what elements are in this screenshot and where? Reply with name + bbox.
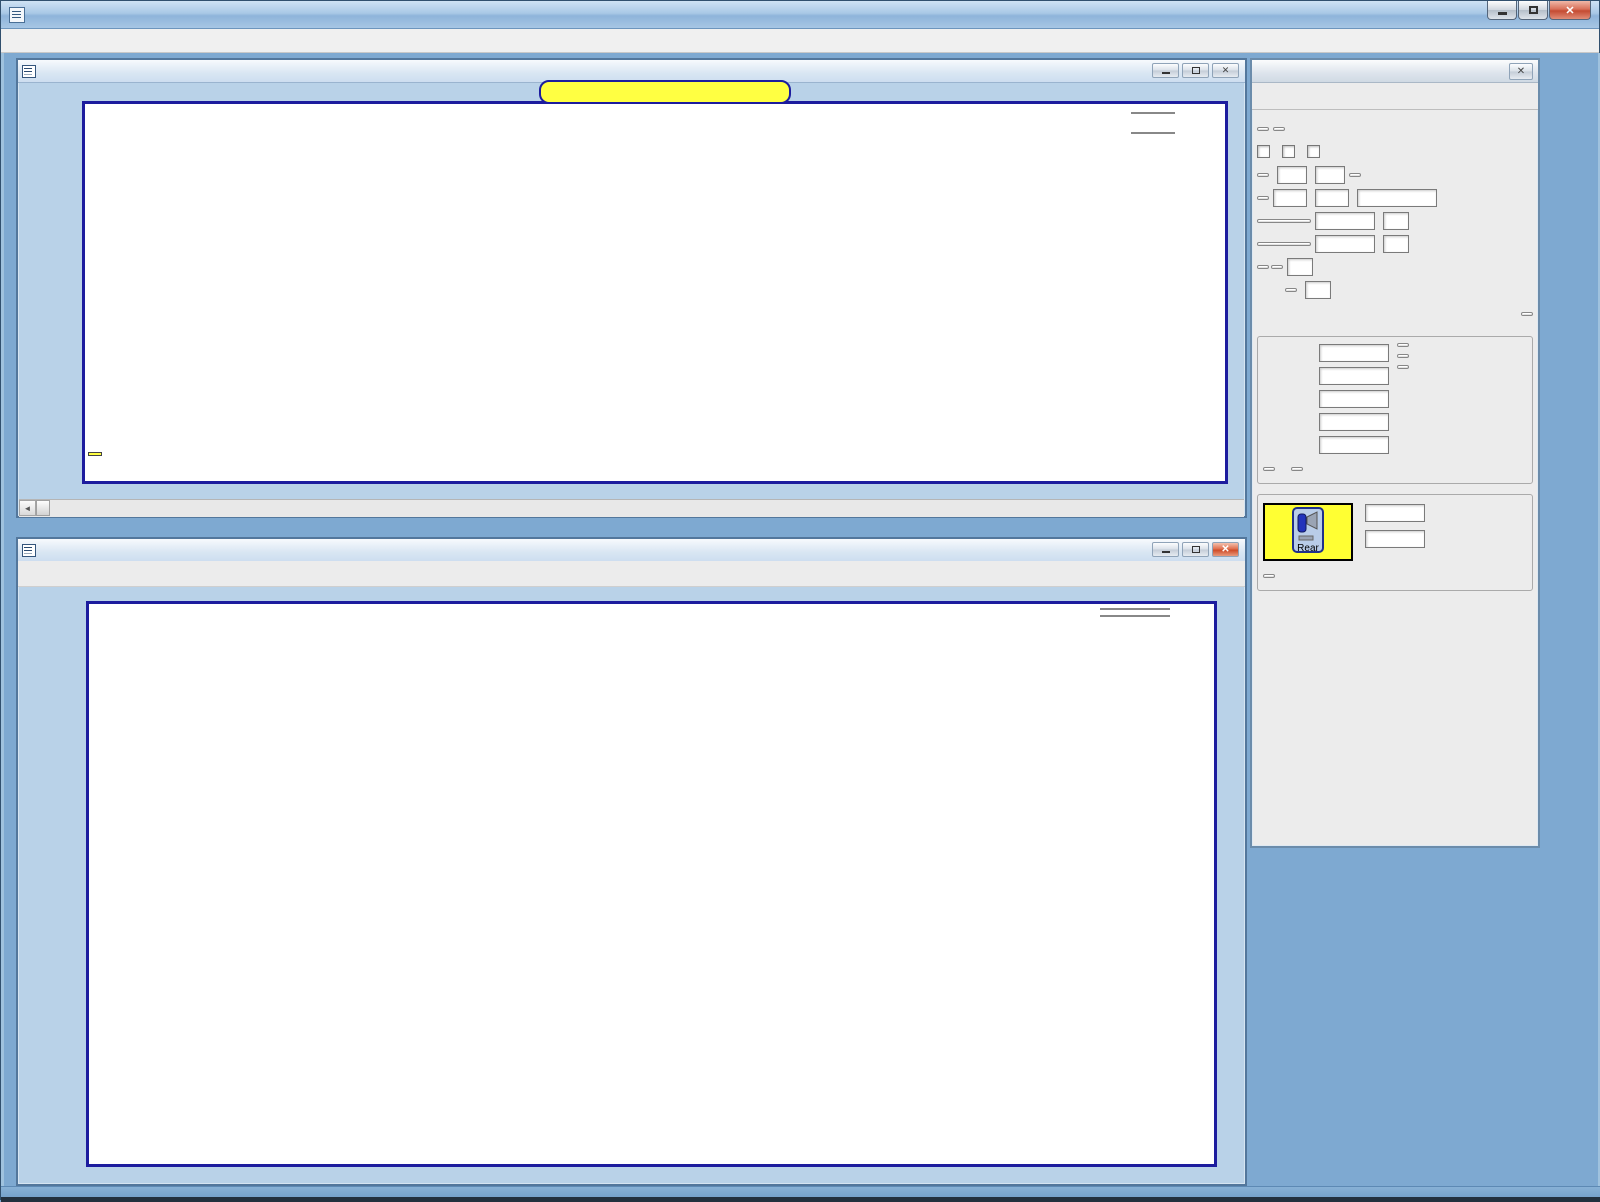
- impulse-legend-ref: [1125, 112, 1175, 114]
- clear-b-button[interactable]: [1349, 173, 1361, 177]
- close-icon: ✕: [1221, 544, 1229, 555]
- menu-bar: [1, 29, 1599, 53]
- b2-input[interactable]: [1315, 166, 1345, 184]
- show-phase-checkbox[interactable]: [1282, 145, 1295, 158]
- frequency-tab-bar: [18, 561, 1245, 587]
- diaphragm-vent-group: Rear: [1257, 494, 1533, 591]
- clear-hbt-button[interactable]: [1291, 467, 1303, 471]
- impulse-close-button[interactable]: ✕: [1212, 63, 1239, 78]
- measurements-control-panel: ✕: [1250, 58, 1540, 848]
- hp-stop-input[interactable]: [1319, 344, 1389, 362]
- show-driver-checkbox[interactable]: [1307, 145, 1320, 158]
- delay-hb-input[interactable]: [1319, 436, 1389, 454]
- frequency-plot-svg: [89, 604, 1214, 1164]
- hbt-driver-file-button[interactable]: [1397, 354, 1409, 358]
- mdi-client: ✕: [1, 53, 1600, 1186]
- spl-legend-blue-swatch: [1100, 615, 1170, 617]
- spl-legend-red-swatch: [1100, 608, 1170, 610]
- show-mb-checkbox[interactable]: [1257, 145, 1270, 158]
- impulse-chart-title: [539, 80, 791, 104]
- scrollbar-thumb[interactable]: [36, 500, 50, 516]
- lp-start-input[interactable]: [1319, 390, 1389, 408]
- clear-pp-buffers-button[interactable]: [1521, 312, 1533, 316]
- impulse-plot[interactable]: [82, 101, 1228, 484]
- legend-ref-swatch: [1131, 112, 1175, 114]
- rolloff1-input[interactable]: [1319, 367, 1389, 385]
- impulse-plot-svg: [85, 104, 1225, 481]
- amplitude-phase-button[interactable]: [1397, 343, 1409, 347]
- rear-speaker-icon[interactable]: Rear: [1263, 503, 1353, 561]
- step-response-button[interactable]: [1397, 365, 1409, 369]
- merge-b1-input[interactable]: [1273, 189, 1307, 207]
- acoustical-distance-label: [88, 452, 102, 456]
- hb-transform-group: [1257, 336, 1533, 484]
- impulse-scrollbar[interactable]: ◄: [19, 499, 1244, 517]
- required-port-spl-button[interactable]: [1263, 574, 1275, 578]
- add-gain-button[interactable]: [1257, 242, 1311, 246]
- frequency-window-icon: [22, 544, 36, 557]
- panel-titlebar[interactable]: ✕: [1252, 60, 1538, 83]
- frequency-plot[interactable]: [86, 601, 1217, 1167]
- copy-master-buffer-button[interactable]: [1285, 288, 1297, 292]
- frequency-minimize-button[interactable]: [1152, 542, 1179, 557]
- spl-legend: [1094, 608, 1170, 617]
- frequency-domain-window: ✕: [16, 537, 1247, 1186]
- frequency-close-button[interactable]: ✕: [1212, 542, 1239, 557]
- main-titlebar: ✕: [1, 1, 1599, 29]
- panel-tab-bar: [1252, 83, 1538, 110]
- add-diff-button[interactable]: [1257, 265, 1269, 269]
- impulse-window-icon: [22, 65, 36, 78]
- cone-diameter-input[interactable]: [1365, 504, 1425, 522]
- show-phase-difference-button[interactable]: [1257, 173, 1269, 177]
- delay-buffer-input[interactable]: [1383, 212, 1409, 230]
- panel-content: Rear: [1252, 110, 1538, 595]
- port-diameter-input[interactable]: [1365, 530, 1425, 548]
- copy-hbt-button[interactable]: [1263, 467, 1275, 471]
- app-icon: [9, 7, 25, 23]
- impulse-restore-button[interactable]: [1182, 63, 1209, 78]
- subtract-diff-button[interactable]: [1271, 265, 1283, 269]
- panel-close-button[interactable]: ✕: [1509, 63, 1533, 80]
- rolloff2-input[interactable]: [1319, 413, 1389, 431]
- merge-b-button[interactable]: [1257, 196, 1269, 200]
- close-icon: ✕: [1565, 4, 1574, 17]
- copy-buffer-input[interactable]: [1305, 281, 1331, 299]
- impulse-minimize-button[interactable]: [1152, 63, 1179, 78]
- diff-buffer-input[interactable]: [1287, 258, 1313, 276]
- add-delay-button[interactable]: [1257, 219, 1311, 223]
- minimize-button[interactable]: [1487, 1, 1517, 20]
- close-icon: ✕: [1517, 66, 1525, 77]
- delay-input[interactable]: [1315, 212, 1375, 230]
- close-icon: ✕: [1222, 65, 1230, 76]
- legend-in-swatch: [1131, 132, 1175, 134]
- frequency-chart-area: [18, 587, 1245, 1184]
- frequency-window-titlebar[interactable]: ✕: [18, 539, 1245, 562]
- merge-b2-input[interactable]: [1315, 189, 1349, 207]
- b1-input[interactable]: [1277, 166, 1307, 184]
- gain-buffer-input[interactable]: [1383, 235, 1409, 253]
- close-button[interactable]: ✕: [1549, 1, 1591, 20]
- svg-text:Rear: Rear: [1297, 543, 1319, 554]
- impulse-response-window: ✕: [16, 58, 1247, 518]
- maximize-button[interactable]: [1518, 1, 1548, 20]
- scroll-left-arrow-icon[interactable]: ◄: [19, 500, 36, 516]
- gain-input[interactable]: [1315, 235, 1375, 253]
- impulse-legend-in: [1125, 132, 1175, 134]
- execute-master-buffer-button[interactable]: [1257, 127, 1269, 131]
- impulse-chart-area: ◄: [18, 82, 1245, 516]
- merge-frequency-input[interactable]: [1357, 189, 1437, 207]
- frequency-restore-button[interactable]: [1182, 542, 1209, 557]
- buffer1-buffer2-button[interactable]: [1273, 127, 1285, 131]
- soundeasy-app: ✕ ✕: [0, 0, 1600, 1200]
